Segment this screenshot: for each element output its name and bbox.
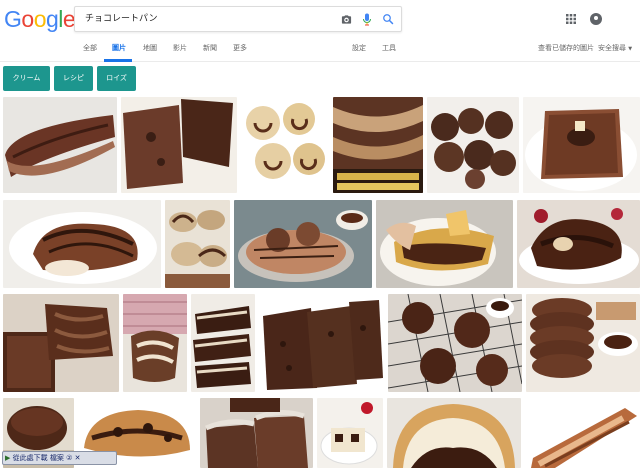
active-tab-indicator	[104, 59, 132, 62]
search-tabs: 全部 圖片 地圖 影片 新聞 更多 設定 工具 查看已儲存的圖片 安全搜尋 ▼	[0, 38, 640, 62]
safe-search-toggle[interactable]: 安全搜尋 ▼	[598, 43, 632, 54]
close-icon[interactable]: ✕	[75, 454, 81, 462]
search-input[interactable]: チョコレートパン	[85, 12, 157, 26]
chip-recipe[interactable]: レシピ	[54, 66, 93, 91]
search-box[interactable]: チョコレートパン	[74, 6, 402, 32]
image-result[interactable]	[3, 200, 161, 288]
apps-grid-icon[interactable]	[566, 14, 576, 24]
account-avatar[interactable]	[590, 13, 602, 25]
tools-link[interactable]: 工具	[382, 43, 396, 53]
image-result[interactable]	[387, 398, 521, 468]
image-result[interactable]	[317, 398, 383, 468]
image-result[interactable]	[526, 294, 640, 392]
tab-images[interactable]: 圖片	[112, 43, 126, 53]
image-result[interactable]	[3, 97, 117, 193]
google-logo[interactable]: Google	[4, 6, 76, 32]
image-result[interactable]	[165, 200, 230, 288]
related-chips: クリーム レシピ ロイズ	[0, 66, 640, 94]
image-result[interactable]	[241, 97, 329, 193]
tab-more[interactable]: 更多	[233, 43, 247, 53]
image-result[interactable]	[523, 97, 640, 193]
image-result[interactable]	[427, 97, 519, 193]
tab-maps[interactable]: 地圖	[143, 43, 157, 53]
download-toolbar[interactable]: ▶ 從此處下載 檔案 ② ✕	[2, 451, 117, 465]
logo-letter: o	[21, 6, 34, 32]
image-result[interactable]	[517, 200, 640, 288]
tab-all[interactable]: 全部	[83, 43, 97, 53]
logo-letter: g	[45, 6, 59, 32]
image-result[interactable]	[259, 294, 384, 392]
dropdown-arrow-icon: ▼	[628, 46, 633, 52]
image-result[interactable]	[3, 294, 119, 392]
image-result[interactable]	[200, 398, 313, 468]
image-result[interactable]	[234, 200, 372, 288]
logo-letter: o	[33, 6, 47, 32]
download-label: 從此處下載 檔案	[12, 454, 64, 462]
tab-news[interactable]: 新聞	[203, 43, 217, 53]
image-result[interactable]	[376, 200, 513, 288]
saved-images-link[interactable]: 查看已儲存的圖片	[538, 43, 594, 53]
search-icon[interactable]	[382, 13, 394, 25]
tab-videos[interactable]: 影片	[173, 43, 187, 53]
image-result[interactable]	[333, 97, 423, 193]
mic-icon[interactable]	[362, 13, 372, 26]
chip-royce[interactable]: ロイズ	[97, 66, 136, 91]
settings-link[interactable]: 設定	[352, 43, 366, 53]
image-result[interactable]	[525, 398, 640, 468]
image-result[interactable]	[191, 294, 255, 392]
logo-letter: G	[4, 6, 22, 32]
play-icon: ▶	[5, 454, 11, 462]
chip-cream[interactable]: クリーム	[3, 66, 50, 91]
camera-icon[interactable]	[341, 14, 352, 25]
image-result[interactable]	[123, 294, 187, 392]
download-count: ②	[66, 454, 73, 462]
image-result[interactable]	[121, 97, 237, 193]
image-result[interactable]	[388, 294, 522, 392]
safe-search-label: 安全搜尋	[598, 44, 626, 52]
image-results-grid	[0, 96, 640, 468]
